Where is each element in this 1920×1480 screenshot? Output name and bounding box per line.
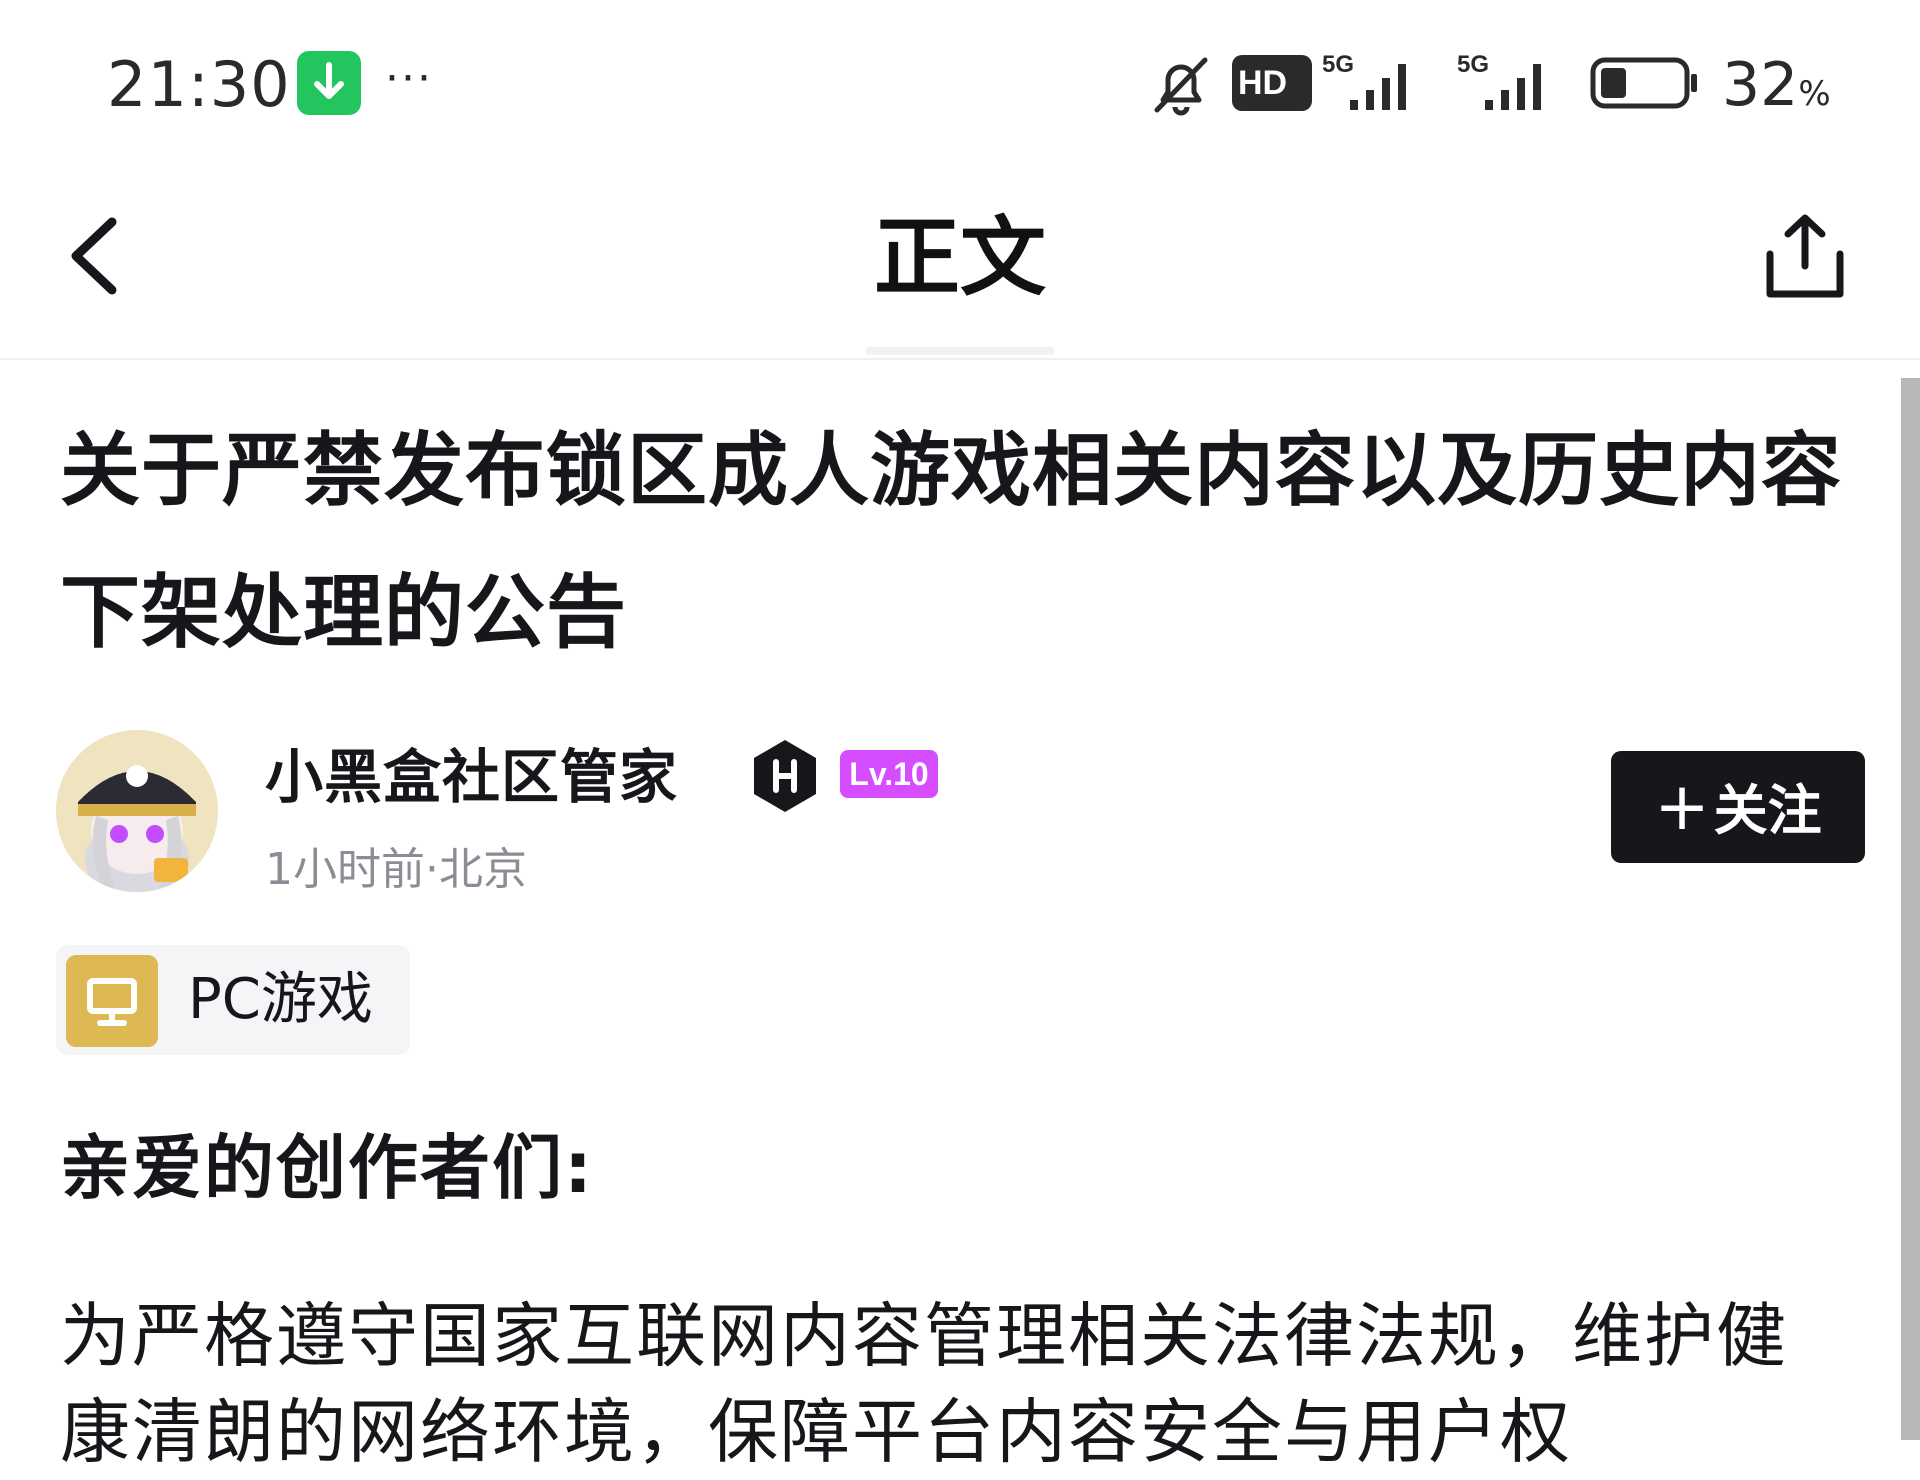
battery-number: 32 [1722,50,1799,120]
share-icon [1766,214,1844,298]
scrollbar[interactable] [1901,378,1920,1440]
network-label-2: 5G [1457,51,1489,78]
category-tag-label: PC游戏 [188,967,373,1032]
status-time: 21:30 [107,48,291,121]
official-badge-icon [750,736,820,816]
plus-icon: + [1654,768,1710,845]
share-button[interactable] [1760,210,1850,302]
monitor-icon [66,955,158,1047]
article-body: 为严格遵守国家互联网内容管理相关法律法规，维护健康清朗的网络环境，保障平台内容安… [60,1295,1788,1473]
download-icon [297,51,361,115]
author-avatar[interactable] [56,730,218,892]
signal-icon: 5G [1322,50,1426,116]
bell-muted-icon [1149,52,1213,118]
hd-label: HD [1238,64,1288,102]
article-title: 关于严禁发布锁区成人游戏相关内容以及历史内容下架处理的公告 [60,424,1842,659]
category-tag[interactable]: PC游戏 [56,945,410,1055]
follow-button[interactable]: +关注 [1611,751,1865,863]
post-meta: 1小时前·北京 [265,844,527,895]
title-underline [865,347,1055,355]
hd-voice-icon: HD [1232,55,1312,111]
battery-icon [1590,57,1700,109]
page-title: 正文 [874,208,1046,308]
author-name[interactable]: 小黑盒社区管家 [265,737,678,817]
greeting-heading: 亲爱的创作者们: [60,1127,594,1209]
network-label: 5G [1322,51,1354,78]
signal-icon-2: 5G [1457,50,1561,116]
more-notifications-icon: ··· [385,53,433,104]
battery-unit: % [1798,74,1831,114]
battery-fill [1601,68,1626,98]
header-divider [0,358,1920,360]
follow-label: 关注 [1713,779,1822,842]
level-badge: Lv.10 [840,750,938,798]
battery-percent: 32% [1722,50,1831,129]
